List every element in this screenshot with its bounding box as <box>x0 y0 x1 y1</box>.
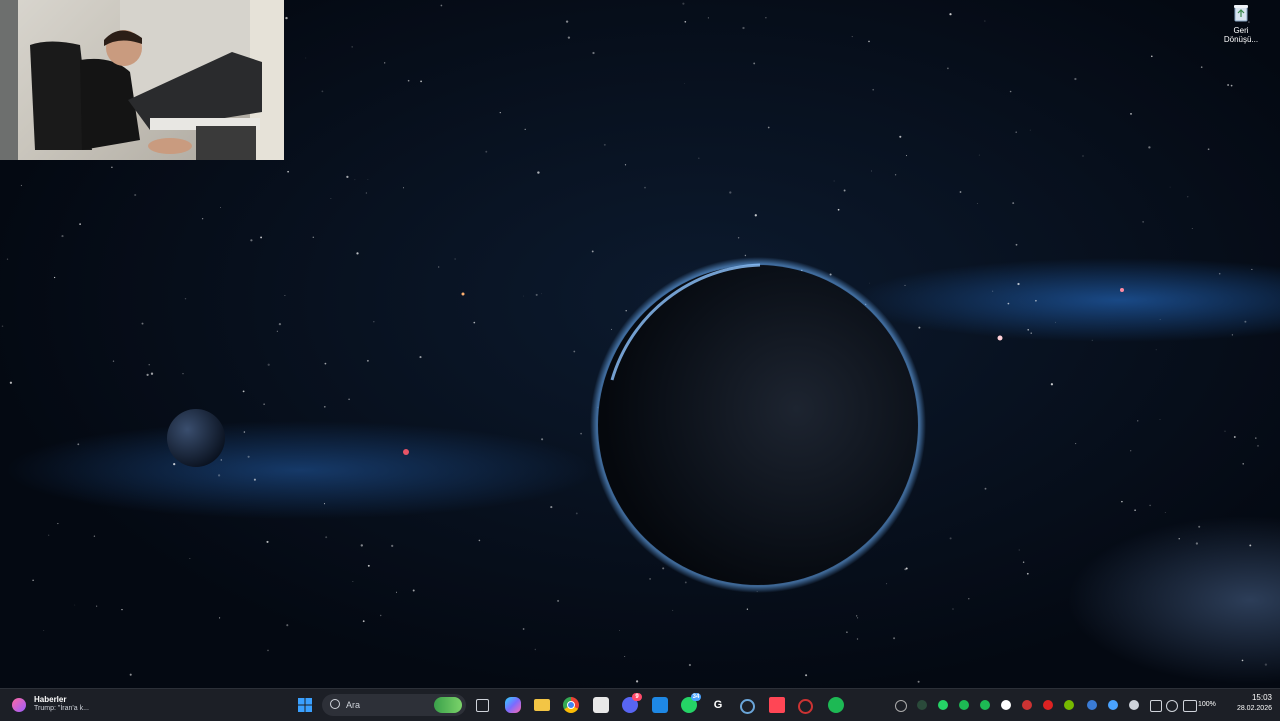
chrome-icon[interactable] <box>563 697 579 713</box>
clock[interactable]: 15:03 28.02.2026 <box>1226 693 1272 712</box>
battery-icon[interactable] <box>1183 700 1197 712</box>
recycle-bin-icon <box>1233 4 1249 22</box>
network-icon[interactable] <box>740 699 755 714</box>
tray-whatsapp-icon[interactable] <box>938 700 948 710</box>
news-widget-title: Haberler <box>34 695 67 704</box>
tray-nvidia-icon[interactable] <box>1064 700 1074 710</box>
tray-g-icon[interactable] <box>1001 700 1011 710</box>
tray-icon-2[interactable] <box>917 700 927 710</box>
task-view-icon[interactable] <box>476 699 489 712</box>
tray-icon-1[interactable] <box>895 700 907 712</box>
tray-arrow-icon[interactable] <box>1022 700 1032 710</box>
taskbar: Haberler Trump: "İran'a k... Ara 9 34 G <box>0 688 1280 721</box>
planet <box>598 265 918 585</box>
folder-icon[interactable] <box>534 699 550 711</box>
whatsapp-icon[interactable]: 34 <box>681 693 701 713</box>
whatsapp-badge: 34 <box>691 693 701 701</box>
moon <box>167 409 225 467</box>
spotify-icon[interactable] <box>828 697 844 713</box>
g-letter-icon[interactable]: G <box>710 697 726 713</box>
news-widget-icon <box>12 698 26 712</box>
tray-spotify-icon-2[interactable] <box>980 700 990 710</box>
taskbar-search[interactable]: Ara <box>322 694 466 716</box>
bluetooth-icon[interactable] <box>1087 700 1097 710</box>
discord-badge: 9 <box>632 693 642 701</box>
mail-icon[interactable] <box>652 697 668 713</box>
display-icon[interactable] <box>1150 700 1162 712</box>
tray-cloud-icon[interactable] <box>1108 700 1118 710</box>
settings-red-icon[interactable] <box>798 699 813 714</box>
tray-red-icon[interactable] <box>1043 700 1053 710</box>
clock-date: 28.02.2026 <box>1236 705 1272 712</box>
search-highlight-icon <box>434 697 462 713</box>
desktop-icon-recycle-bin[interactable]: Geri Dönüşü... <box>1218 4 1264 44</box>
news-widget[interactable]: Haberler Trump: "İran'a k... <box>12 693 122 717</box>
recycle-bin-label: Geri Dönüşü... <box>1223 26 1259 44</box>
copilot-icon[interactable] <box>505 697 521 713</box>
volume-icon[interactable] <box>1166 700 1178 712</box>
webcam-overlay <box>0 0 284 160</box>
battery-percent: 100% <box>1198 701 1216 708</box>
clock-time: 15:03 <box>1251 693 1272 702</box>
news-widget-headline: Trump: "İran'a k... <box>34 705 89 712</box>
tray-spotify-icon[interactable] <box>959 700 969 710</box>
search-placeholder: Ara <box>346 700 361 710</box>
microphone-icon[interactable] <box>1129 700 1139 710</box>
store-icon[interactable] <box>593 697 609 713</box>
valorant-icon[interactable] <box>769 697 785 713</box>
windows-start-icon[interactable] <box>297 697 313 713</box>
discord-icon[interactable]: 9 <box>622 693 642 713</box>
webcam-feed <box>0 0 284 160</box>
search-icon <box>330 699 340 709</box>
